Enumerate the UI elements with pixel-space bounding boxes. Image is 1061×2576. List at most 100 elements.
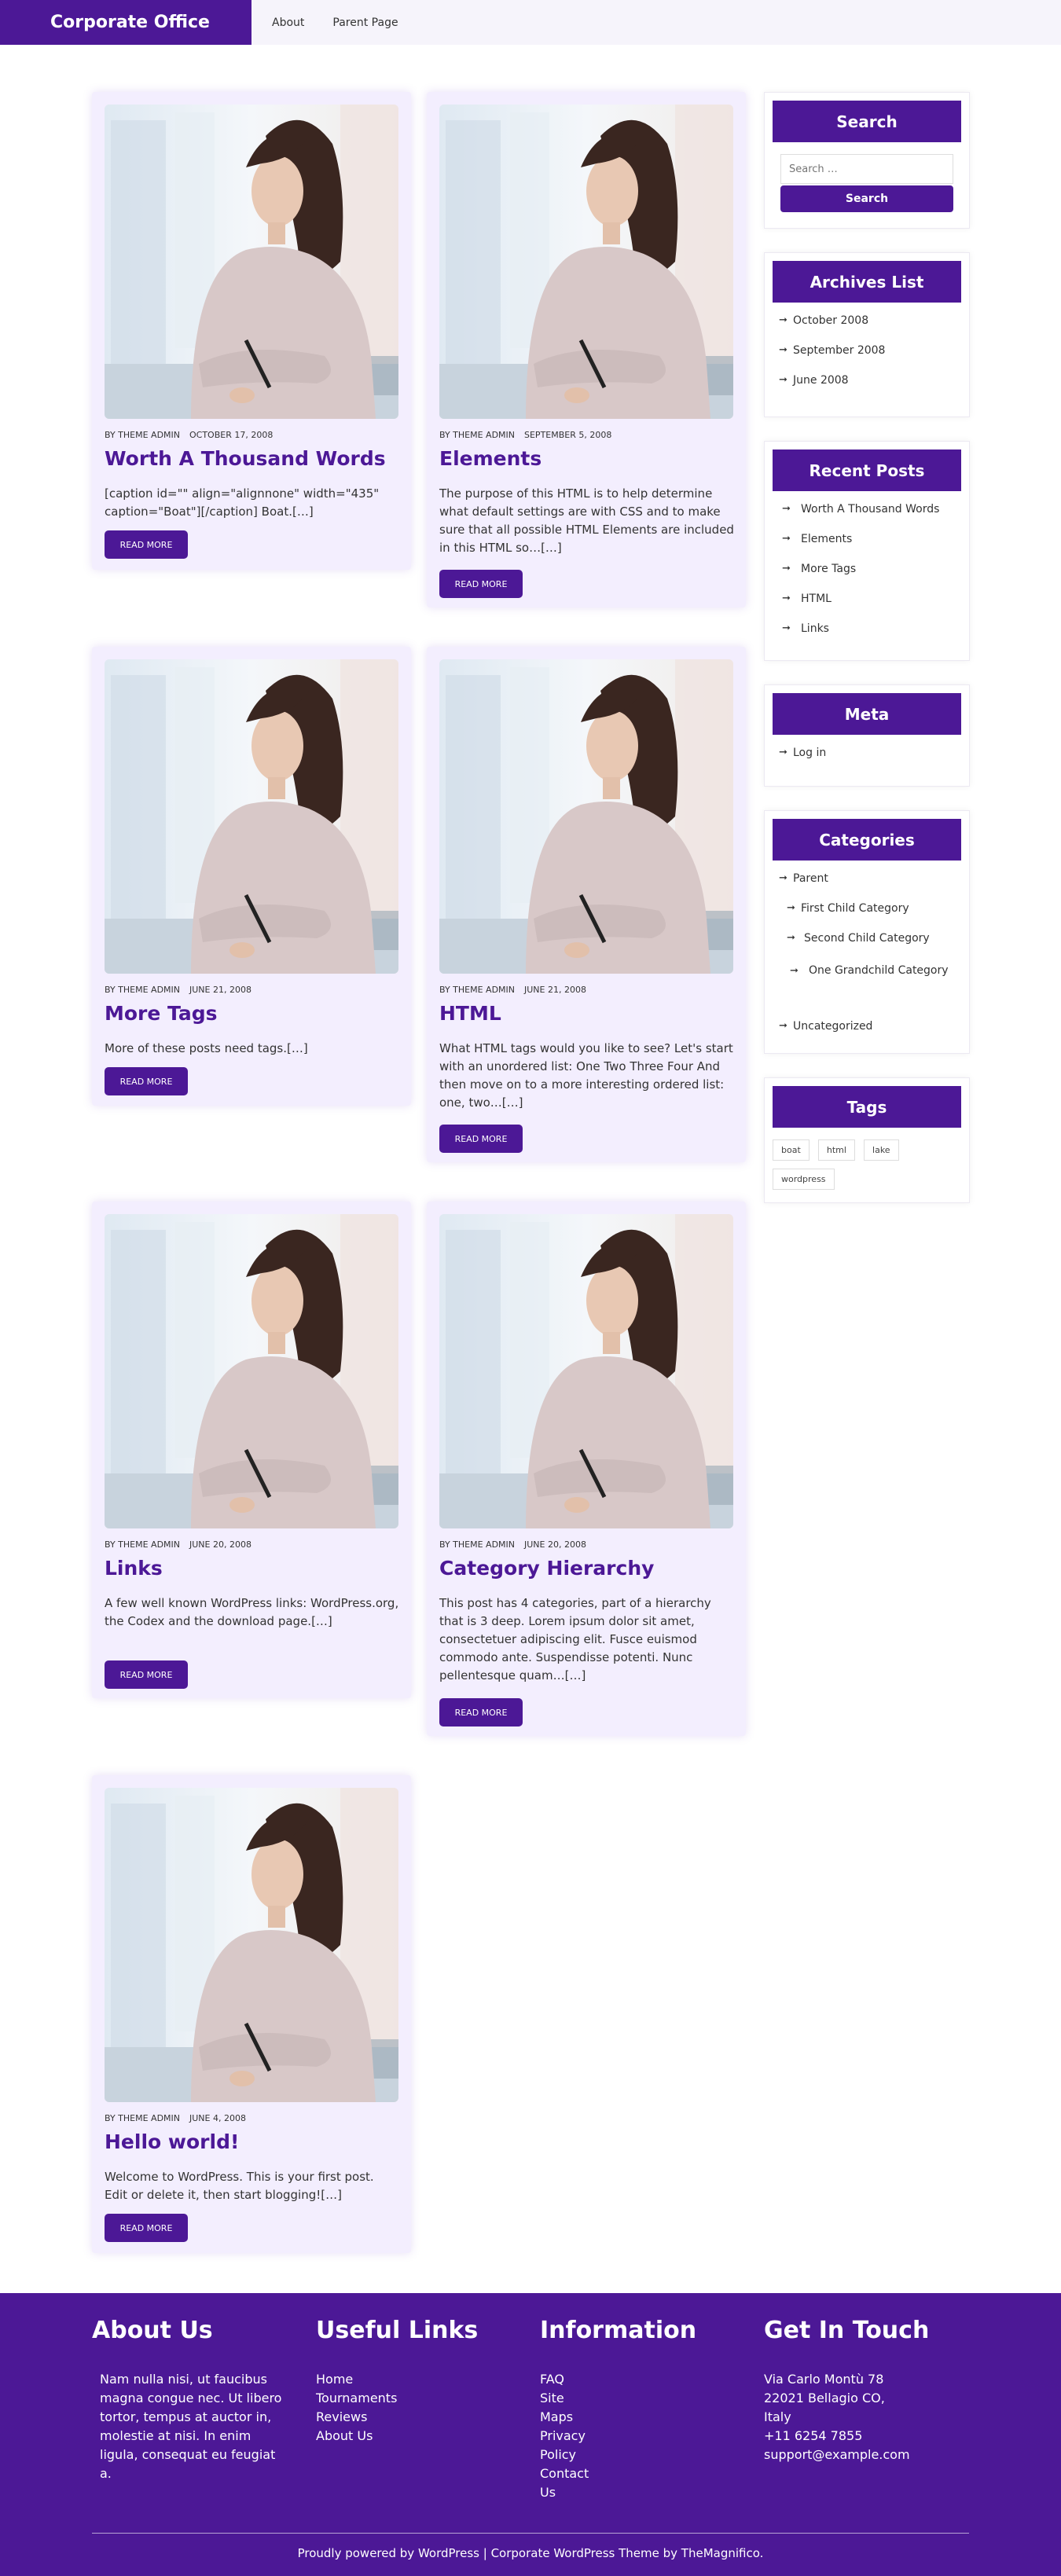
footer-about-text: Nam nulla nisi, ut faucibus magna congue… bbox=[100, 2372, 282, 2481]
post-image[interactable] bbox=[105, 105, 398, 419]
search-widget: Search Search bbox=[764, 92, 970, 229]
post-card: BY THEME ADMIN JUNE 4, 2008 Hello world! … bbox=[92, 1775, 411, 2253]
category-item[interactable]: ➞ Uncategorized bbox=[779, 1020, 960, 1050]
footer-link[interactable]: Tournaments bbox=[316, 2389, 397, 2408]
arrow-right-icon: ➞ bbox=[787, 902, 795, 914]
post-author[interactable]: BY THEME ADMIN bbox=[439, 430, 515, 440]
footer-title: About Us bbox=[92, 2317, 213, 2344]
tag-link[interactable]: wordpress bbox=[773, 1169, 835, 1190]
post-author[interactable]: BY THEME ADMIN bbox=[439, 1539, 515, 1550]
tag-link[interactable]: lake bbox=[864, 1139, 899, 1161]
footer-link[interactable]: FAQ bbox=[540, 2370, 589, 2389]
recent-post-item[interactable]: ➞ HTML bbox=[782, 593, 939, 622]
meta-item-login[interactable]: ➞ Log in bbox=[779, 747, 826, 776]
archive-item[interactable]: ➞ October 2008 bbox=[779, 314, 885, 344]
footer-link[interactable]: Contact Us bbox=[540, 2464, 589, 2502]
site-brand[interactable]: Corporate Office bbox=[0, 0, 251, 45]
read-more-button[interactable]: READ MORE bbox=[439, 570, 523, 598]
widget-title: Recent Posts bbox=[773, 450, 961, 491]
arrow-right-icon: ➞ bbox=[779, 747, 787, 758]
footer-email[interactable]: support@example.com bbox=[764, 2446, 910, 2464]
arrow-right-icon: ➞ bbox=[782, 503, 791, 515]
post-date[interactable]: JUNE 4, 2008 bbox=[189, 2113, 246, 2123]
recent-post-item[interactable]: ➞ Worth A Thousand Words bbox=[782, 503, 939, 533]
footer-link[interactable]: Site Maps bbox=[540, 2389, 589, 2427]
read-more-button[interactable]: READ MORE bbox=[439, 1125, 523, 1153]
site-footer: About Us Nam nulla nisi, ut faucibus mag… bbox=[0, 2293, 1061, 2576]
recent-post-item[interactable]: ➞ Links bbox=[782, 622, 939, 652]
post-card: BY THEME ADMIN OCTOBER 17, 2008 Worth A T… bbox=[92, 92, 411, 570]
search-input[interactable] bbox=[780, 154, 953, 184]
footer-link[interactable]: Privacy Policy bbox=[540, 2427, 589, 2464]
arrow-right-icon: ➞ bbox=[779, 872, 787, 884]
widget-title: Archives List bbox=[773, 261, 961, 303]
post-author[interactable]: BY THEME ADMIN bbox=[439, 985, 515, 995]
post-author[interactable]: BY THEME ADMIN bbox=[105, 985, 180, 995]
category-item[interactable]: ➞ Parent bbox=[779, 872, 960, 902]
read-more-button[interactable]: READ MORE bbox=[105, 530, 188, 559]
post-title[interactable]: HTML bbox=[439, 1002, 501, 1025]
post-author[interactable]: BY THEME ADMIN bbox=[105, 430, 180, 440]
footer-link[interactable]: Home bbox=[316, 2370, 397, 2389]
read-more-button[interactable]: READ MORE bbox=[105, 1660, 188, 1689]
category-item[interactable]: ➞ First Child Category bbox=[779, 902, 960, 932]
footer-link[interactable]: About Us bbox=[316, 2427, 397, 2446]
copyright: Proudly powered by WordPress | Corporate… bbox=[297, 2546, 764, 2560]
post-title[interactable]: Category Hierarchy bbox=[439, 1557, 654, 1580]
post-card: BY THEME ADMIN JUNE 20, 2008 Category Hie… bbox=[427, 1202, 746, 1736]
post-image[interactable] bbox=[439, 659, 733, 974]
footer-address: Via Carlo Montù 78 bbox=[764, 2372, 884, 2387]
post-date[interactable]: JUNE 20, 2008 bbox=[189, 1539, 251, 1550]
footer-phone[interactable]: +11 6254 7855 bbox=[764, 2427, 910, 2446]
post-card: BY THEME ADMIN JUNE 21, 2008 More Tags Mo… bbox=[92, 647, 411, 1106]
post-date[interactable]: OCTOBER 17, 2008 bbox=[189, 430, 273, 440]
archives-widget: Archives List ➞ October 2008 ➞ September 2… bbox=[764, 252, 970, 417]
read-more-button[interactable]: READ MORE bbox=[439, 1698, 523, 1727]
footer-divider bbox=[92, 2533, 969, 2534]
post-date[interactable]: JUNE 20, 2008 bbox=[524, 1539, 586, 1550]
post-image[interactable] bbox=[439, 1214, 733, 1528]
arrow-right-icon: ➞ bbox=[779, 1020, 787, 1032]
post-title[interactable]: Hello world! bbox=[105, 2130, 239, 2153]
recent-post-item[interactable]: ➞ Elements bbox=[782, 533, 939, 563]
read-more-button[interactable]: READ MORE bbox=[105, 2214, 188, 2242]
post-meta: BY THEME ADMIN JUNE 21, 2008 bbox=[105, 985, 251, 995]
post-image[interactable] bbox=[439, 105, 733, 419]
post-title[interactable]: More Tags bbox=[105, 1002, 218, 1025]
post-meta: BY THEME ADMIN JUNE 21, 2008 bbox=[439, 985, 586, 995]
post-meta: BY THEME ADMIN SEPTEMBER 5, 2008 bbox=[439, 430, 611, 440]
arrow-right-icon: ➞ bbox=[790, 965, 799, 977]
category-item[interactable]: ➞ Second Child Category bbox=[779, 932, 960, 962]
archive-item[interactable]: ➞ June 2008 bbox=[779, 374, 885, 404]
post-title[interactable]: Worth A Thousand Words bbox=[105, 447, 386, 470]
footer-city: 22021 Bellagio CO, Italy bbox=[764, 2391, 885, 2424]
arrow-right-icon: ➞ bbox=[787, 932, 795, 944]
arrow-right-icon: ➞ bbox=[782, 593, 791, 604]
post-title[interactable]: Links bbox=[105, 1557, 163, 1580]
read-more-button[interactable]: READ MORE bbox=[105, 1067, 188, 1095]
categories-widget: Categories ➞ Parent ➞ First Child Category… bbox=[764, 810, 970, 1054]
post-image[interactable] bbox=[105, 1788, 398, 2102]
tag-link[interactable]: html bbox=[817, 1139, 855, 1161]
arrow-right-icon: ➞ bbox=[782, 622, 791, 634]
footer-title: Get In Touch bbox=[764, 2317, 930, 2344]
post-author[interactable]: BY THEME ADMIN bbox=[105, 2113, 180, 2123]
post-date[interactable]: SEPTEMBER 5, 2008 bbox=[524, 430, 611, 440]
post-title[interactable]: Elements bbox=[439, 447, 542, 470]
tags-widget: Tags boat html lake wordpress bbox=[764, 1077, 970, 1203]
category-item[interactable]: ➞ One Grandchild Category bbox=[779, 962, 960, 1020]
nav-parent-page[interactable]: Parent Page bbox=[332, 17, 398, 29]
post-date[interactable]: JUNE 21, 2008 bbox=[189, 985, 251, 995]
post-image[interactable] bbox=[105, 1214, 398, 1528]
nav-about[interactable]: About bbox=[272, 17, 304, 29]
post-meta: BY THEME ADMIN JUNE 4, 2008 bbox=[105, 2113, 246, 2123]
post-date[interactable]: JUNE 21, 2008 bbox=[524, 985, 586, 995]
tag-link[interactable]: boat bbox=[773, 1139, 810, 1161]
post-excerpt: [caption id="" align="alignnone" width="… bbox=[105, 486, 380, 519]
post-image[interactable] bbox=[105, 659, 398, 974]
search-button[interactable]: Search bbox=[780, 185, 953, 212]
post-author[interactable]: BY THEME ADMIN bbox=[105, 1539, 180, 1550]
archive-item[interactable]: ➞ September 2008 bbox=[779, 344, 885, 374]
footer-link[interactable]: Reviews bbox=[316, 2408, 397, 2427]
recent-post-item[interactable]: ➞ More Tags bbox=[782, 563, 939, 593]
